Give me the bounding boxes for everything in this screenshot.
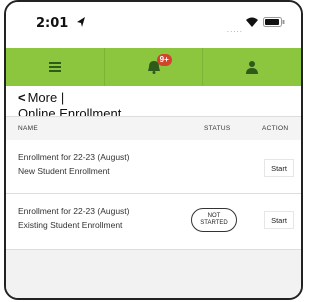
back-chevron-icon: < [18, 90, 26, 105]
menu-icon [48, 62, 61, 72]
page-header: < More | Online Enrollment [6, 86, 301, 116]
column-header-status: STATUS [204, 125, 231, 132]
page-title: Online Enrollment [18, 106, 122, 116]
enrollment-type: New Student Enrollment [18, 166, 110, 176]
menu-button[interactable] [6, 48, 105, 86]
table-header: NAME STATUS ACTION [6, 116, 301, 142]
start-button[interactable]: Start [264, 159, 294, 177]
status-bar: 2:01 ..... [6, 2, 301, 52]
back-label: More | [27, 90, 65, 105]
battery-icon [263, 17, 285, 27]
status-line2: STARTED [200, 220, 228, 226]
enrollment-type: Existing Student Enrollment [18, 220, 123, 230]
column-header-name: NAME [18, 125, 38, 132]
status-line1: NOT [207, 213, 221, 219]
notification-badge: 9+ [156, 54, 172, 66]
user-icon [246, 61, 259, 74]
phone-frame: 2:01 ..... 9+ < More | Online Enrollment… [4, 0, 303, 300]
enrollment-period: Enrollment for 22-23 (August) [18, 152, 130, 162]
location-arrow-icon [77, 17, 85, 27]
top-navbar: 9+ [6, 48, 301, 86]
enrollment-period: Enrollment for 22-23 (August) [18, 206, 130, 216]
start-button[interactable]: Start [264, 211, 294, 229]
status-time: 2:01 [36, 16, 69, 31]
profile-button[interactable] [203, 48, 301, 86]
table-row: Enrollment for 22-23 (August) New Studen… [6, 140, 301, 194]
notifications-button[interactable]: 9+ [105, 48, 204, 86]
back-link[interactable]: < More | [18, 90, 64, 105]
table-row: Enrollment for 22-23 (August) Existing S… [6, 194, 301, 250]
empty-area [6, 250, 301, 298]
signal-dots: ..... [226, 25, 243, 34]
column-header-action: ACTION [262, 125, 289, 132]
wifi-icon [246, 17, 258, 27]
status-badge: NOT STARTED [191, 208, 237, 232]
